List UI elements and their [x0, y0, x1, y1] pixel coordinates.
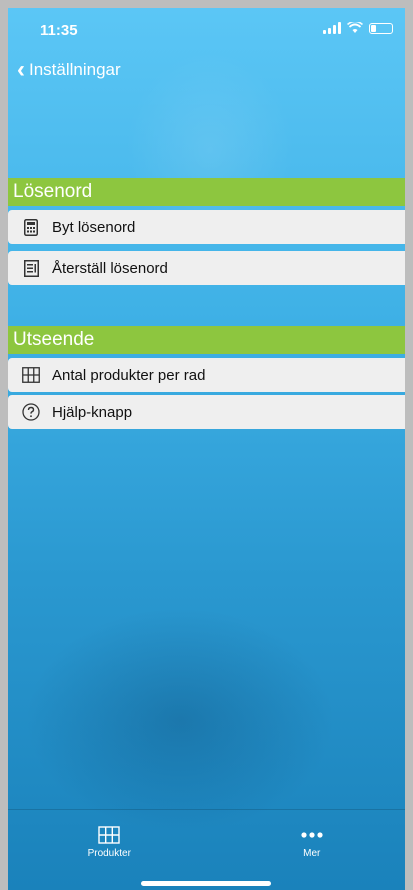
calculator-icon	[22, 218, 40, 236]
status-bar: 11:35	[36, 20, 393, 42]
help-button-row[interactable]: Hjälp-knapp	[8, 395, 411, 429]
document-icon	[22, 259, 40, 277]
grid-icon	[98, 826, 120, 844]
wifi-icon	[347, 22, 363, 33]
reset-password-row[interactable]: Återställ lösenord	[8, 251, 411, 285]
more-icon	[301, 832, 323, 838]
products-per-row-row[interactable]: Antal produkter per rad	[8, 358, 411, 392]
tab-products[interactable]: Produkter	[8, 810, 211, 890]
row-label: Återställ lösenord	[52, 259, 168, 277]
help-circle-icon	[22, 403, 40, 421]
clock: 11:35	[40, 22, 78, 39]
tab-bar: Produkter Mer	[8, 809, 413, 890]
row-label: Antal produkter per rad	[52, 366, 206, 384]
status-icons	[323, 22, 393, 34]
tab-label: Mer	[303, 848, 321, 859]
back-label: Inställningar	[29, 60, 121, 79]
chevron-left-icon: ‹	[17, 56, 25, 83]
home-indicator[interactable]	[141, 881, 271, 886]
change-password-row[interactable]: Byt lösenord	[8, 210, 411, 244]
battery-icon	[369, 22, 393, 34]
tab-more[interactable]: Mer	[211, 810, 413, 890]
background-photo	[0, 0, 413, 890]
row-label: Hjälp-knapp	[52, 403, 133, 421]
signal-icon	[323, 22, 341, 34]
row-label: Byt lösenord	[52, 218, 136, 236]
grid-icon	[22, 366, 40, 384]
back-button[interactable]: ‹ Inställningar	[17, 56, 121, 83]
section-header-appearance: Utseende	[8, 326, 413, 354]
section-header-password: Lösenord	[8, 178, 413, 206]
tab-label: Produkter	[87, 848, 131, 859]
